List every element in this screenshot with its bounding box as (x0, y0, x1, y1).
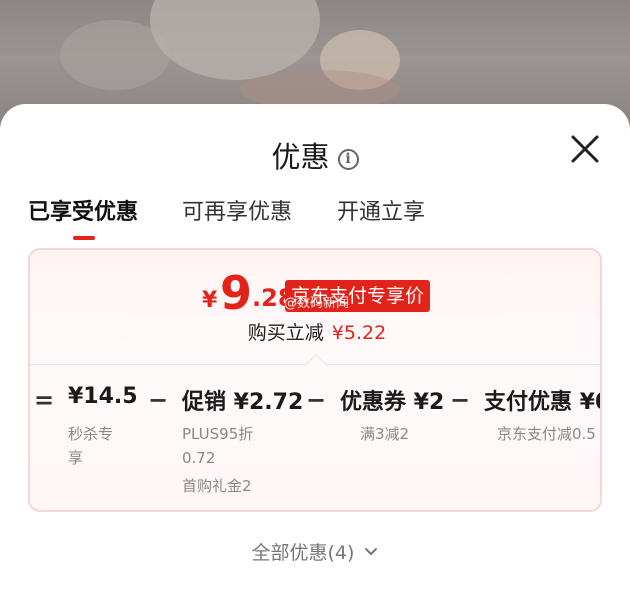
payment-detail: 京东支付减0.5 (497, 425, 596, 443)
coupon-detail: 满3减2 (360, 425, 410, 443)
minus-sign: − (306, 386, 327, 414)
buy-saving-row: 购买立减 ¥5.22 (30, 318, 600, 345)
minus-sign: − (148, 386, 169, 414)
final-price: ¥ 9 .28 京东支付专享价 @数码新闻 (30, 266, 600, 320)
promotion-detail: PLUS95折 0.72 首购礼金2 (182, 425, 254, 495)
divider-notch (306, 354, 326, 374)
promotion-discount: 促销 ¥2.72 (182, 390, 304, 415)
price-breakdown-card: ¥ 9 .28 京东支付专享价 @数码新闻 购买立减 ¥5.22 = ¥14.5 … (28, 248, 602, 512)
original-price: ¥14.5 (68, 384, 138, 409)
tab-enjoyed-discounts[interactable]: 已享受优惠 (28, 194, 138, 226)
price-formula: = ¥14.5 秒杀专 享 − 促销 ¥2.72 PLUS95折 0.72 首购… (30, 378, 602, 508)
info-icon[interactable]: i (337, 149, 359, 170)
sheet-header: 优惠 i (0, 134, 630, 176)
minus-sign: − (450, 386, 471, 414)
buy-saving-amount: ¥5.22 (331, 322, 387, 344)
price-integer: 9 (220, 266, 253, 320)
close-icon[interactable] (566, 130, 604, 168)
sheet-title: 优惠 (271, 140, 330, 174)
tab-activate-to-enjoy[interactable]: 开通立享 (337, 194, 425, 226)
active-tab-indicator (73, 236, 95, 240)
price-currency: ¥ (202, 288, 218, 313)
original-price-detail: 秒杀专 享 (68, 425, 114, 467)
all-offers-link[interactable]: 全部优惠(4) (0, 538, 630, 565)
chevron-down-icon (365, 548, 378, 555)
discount-sheet: 优惠 i 已享受优惠 可再享优惠 开通立享 ¥ 9 .28 京东支付专享价 @数码… (0, 104, 630, 593)
coupon-discount: 优惠券 ¥2 (340, 390, 445, 415)
tab-more-discounts[interactable]: 可再享优惠 (182, 194, 292, 226)
equals-sign: = (34, 386, 55, 414)
buy-label: 购买立减 (247, 322, 324, 344)
watermark: @数码新闻 (284, 296, 350, 311)
payment-discount: 支付优惠 ¥0 (484, 390, 602, 415)
